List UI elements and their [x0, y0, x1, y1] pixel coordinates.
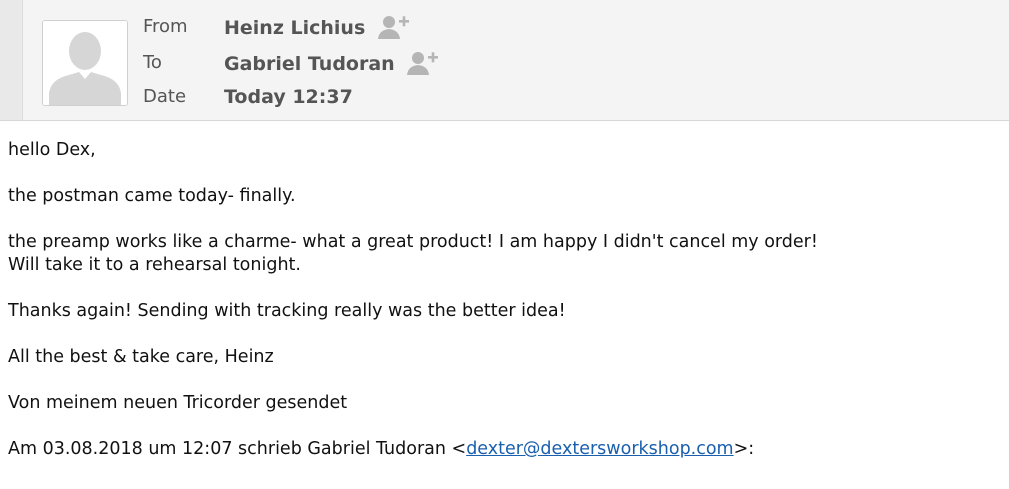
- message-body: hello Dex, the postman came today- final…: [8, 139, 998, 484]
- quote-email-link[interactable]: dexter@dextersworkshop.com: [466, 439, 733, 459]
- message-line: the postman came today- finally.: [8, 186, 296, 206]
- date-value: Today 12:37: [224, 86, 353, 108]
- to-label: To: [143, 52, 162, 73]
- from-value[interactable]: Heinz Lichius: [224, 17, 365, 39]
- date-label: Date: [143, 86, 187, 107]
- message-line: All the best & take care, Heinz: [8, 347, 274, 367]
- message-header: From Heinz Lichius To Gabriel Tudoran Da…: [0, 0, 1009, 121]
- message-line: Thanks again! Sending with tracking real…: [8, 301, 566, 321]
- message-paragraph: the preamp works like a charme- what a g…: [8, 231, 998, 277]
- quote-suffix: >:: [733, 439, 755, 459]
- quote-prefix: Am 03.08.2018 um 12:07 schrieb Gabriel T…: [8, 439, 467, 459]
- quote-header: Am 03.08.2018 um 12:07 schrieb Gabriel T…: [8, 438, 998, 461]
- to-value[interactable]: Gabriel Tudoran: [224, 53, 395, 75]
- add-contact-icon[interactable]: [378, 14, 410, 44]
- message-line: the preamp works like a charme- what a g…: [8, 232, 818, 252]
- avatar-placeholder-icon: [43, 21, 127, 105]
- sender-avatar: [42, 20, 128, 106]
- add-contact-icon[interactable]: [407, 50, 439, 80]
- header-left-strip: [0, 0, 23, 120]
- message-greeting: hello Dex,: [8, 140, 96, 160]
- message-signature: Von meinem neuen Tricorder gesendet: [8, 393, 348, 413]
- from-label: From: [143, 16, 188, 37]
- message-line: Will take it to a rehearsal tonight.: [8, 255, 301, 275]
